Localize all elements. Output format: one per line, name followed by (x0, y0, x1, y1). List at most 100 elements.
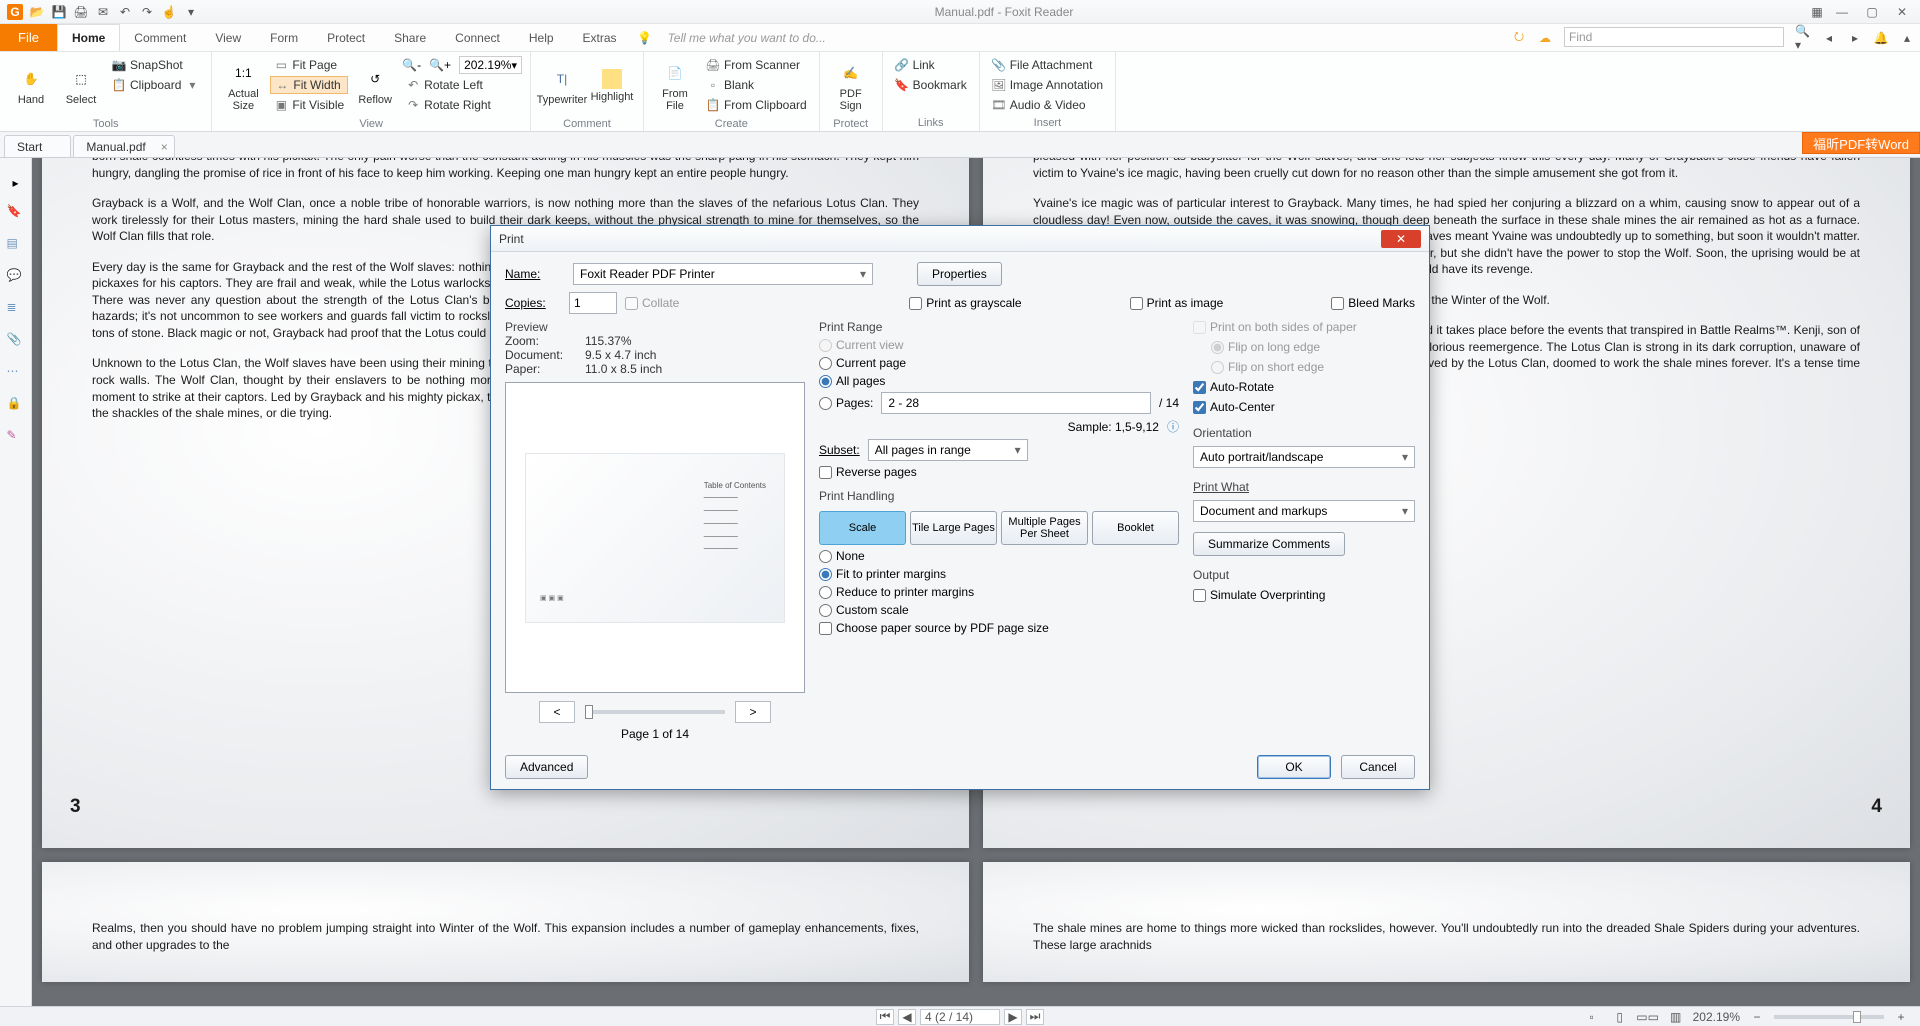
pages-radio[interactable]: Pages: (819, 396, 873, 410)
preview-slider[interactable] (585, 710, 725, 714)
rotate-right-button[interactable]: ↷Rotate Right (402, 96, 522, 114)
print-grayscale-checkbox[interactable]: Print as grayscale (909, 296, 1021, 310)
tab-connect[interactable]: Connect (441, 24, 515, 51)
next-find-icon[interactable]: ▸ (1847, 30, 1863, 46)
signatures-panel-icon[interactable]: ✎ (7, 428, 25, 446)
open-icon[interactable]: 📂 (29, 4, 45, 20)
all-pages-radio[interactable]: All pages (819, 374, 1179, 388)
preview-prev-button[interactable]: < (539, 701, 575, 723)
first-page-button[interactable]: ⏮ (876, 1009, 894, 1025)
info-icon[interactable]: ⓘ (1167, 418, 1179, 435)
view-continuous-icon[interactable]: ▯ (1612, 1009, 1628, 1025)
qat-dropdown-icon[interactable]: ▾ (183, 4, 199, 20)
ribbon-layout-icon[interactable]: ▦ (1809, 4, 1825, 20)
current-page-radio[interactable]: Current page (819, 356, 1179, 370)
hand-tool[interactable]: ✋Hand (8, 56, 54, 116)
cancel-button[interactable]: Cancel (1341, 755, 1415, 779)
print-as-image-checkbox[interactable]: Print as image (1130, 296, 1224, 310)
ok-button[interactable]: OK (1257, 755, 1331, 779)
pages-range-input[interactable] (881, 392, 1151, 414)
tab-share[interactable]: Share (380, 24, 441, 51)
view-continuous-facing-icon[interactable]: ▥ (1668, 1009, 1684, 1025)
scale-reduce-radio[interactable]: Reduce to printer margins (819, 585, 1179, 599)
scale-none-radio[interactable]: None (819, 549, 1179, 563)
actual-size-button[interactable]: 1:1Actual Size (220, 56, 266, 116)
scale-fit-radio[interactable]: Fit to printer margins (819, 567, 1179, 581)
next-page-button[interactable]: ▶ (1004, 1009, 1022, 1025)
pages-panel-icon[interactable]: ▤ (7, 236, 25, 254)
dialog-titlebar[interactable]: Print ✕ (491, 226, 1429, 252)
attachments-panel-icon[interactable]: 📎 (7, 332, 25, 350)
layers-panel-icon[interactable]: ≣ (7, 300, 25, 318)
unknown-panel-icon[interactable]: ⋯ (7, 364, 25, 382)
fit-visible-button[interactable]: ▣Fit Visible (270, 96, 348, 114)
reverse-pages-checkbox[interactable]: Reverse pages (819, 465, 1179, 479)
minimize-button[interactable]: — (1828, 2, 1856, 22)
tab-view[interactable]: View (201, 24, 256, 51)
view-facing-icon[interactable]: ▭▭ (1640, 1009, 1656, 1025)
zoom-combo[interactable]: 202.19% ▾ (459, 56, 522, 74)
highlight-button[interactable]: Highlight (589, 56, 635, 116)
zoom-out-status-icon[interactable]: − (1749, 1009, 1765, 1025)
properties-button[interactable]: Properties (917, 262, 1002, 286)
prev-page-button[interactable]: ◀ (898, 1009, 916, 1025)
copies-input[interactable]: 1 (569, 292, 617, 314)
zoom-out-icon[interactable]: 🔍- (402, 58, 421, 72)
sidebar-expand-icon[interactable]: ▸ (12, 176, 18, 190)
audio-video-button[interactable]: 🎞Audio & Video (988, 96, 1107, 114)
prev-find-icon[interactable]: ◂ (1821, 30, 1837, 46)
tell-me-input[interactable]: Tell me what you want to do... (658, 24, 836, 51)
tab-protect[interactable]: Protect (313, 24, 380, 51)
email-icon[interactable]: ✉ (95, 4, 111, 20)
sync-icon[interactable]: ⭮ (1511, 30, 1527, 46)
zoom-slider[interactable] (1774, 1015, 1884, 1019)
reflow-button[interactable]: ↺Reflow (352, 56, 398, 116)
notify-icon[interactable]: 🔔 (1873, 30, 1889, 46)
fit-page-button[interactable]: ▭Fit Page (270, 56, 348, 74)
booklet-tab[interactable]: Booklet (1092, 511, 1179, 545)
auto-center-checkbox[interactable]: Auto-Center (1193, 400, 1415, 414)
file-attachment-button[interactable]: 📎File Attachment (988, 56, 1107, 74)
view-single-icon[interactable]: ▫ (1584, 1009, 1600, 1025)
scale-custom-radio[interactable]: Custom scale (819, 603, 1179, 617)
tab-home[interactable]: Home (57, 24, 120, 51)
tab-file[interactable]: File (0, 24, 57, 51)
tab-form[interactable]: Form (256, 24, 313, 51)
pdf-sign-button[interactable]: ✍PDF Sign (828, 56, 874, 116)
print-icon[interactable]: 🖨 (73, 4, 89, 20)
simulate-overprinting-checkbox[interactable]: Simulate Overprinting (1193, 588, 1415, 602)
image-annotation-button[interactable]: 🖼Image Annotation (988, 76, 1107, 94)
tab-help[interactable]: Help (515, 24, 569, 51)
blank-button[interactable]: ▫Blank (702, 76, 811, 94)
zoom-in-status-icon[interactable]: + (1893, 1009, 1909, 1025)
maximize-button[interactable]: ▢ (1858, 2, 1886, 22)
multiple-tab[interactable]: Multiple Pages Per Sheet (1001, 511, 1088, 545)
link-button[interactable]: 🔗Link (891, 56, 971, 74)
orientation-select[interactable]: Auto portrait/landscape▾ (1193, 446, 1415, 468)
doctab-manual[interactable]: Manual.pdf× (73, 135, 174, 157)
clipboard-button[interactable]: 📋Clipboard▾ (108, 76, 203, 94)
dialog-close-button[interactable]: ✕ (1381, 230, 1421, 248)
advanced-button[interactable]: Advanced (505, 755, 588, 779)
auto-rotate-checkbox[interactable]: Auto-Rotate (1193, 380, 1415, 394)
close-tab-icon[interactable]: × (161, 140, 168, 154)
bleed-marks-checkbox[interactable]: Bleed Marks (1331, 296, 1415, 310)
typewriter-button[interactable]: T|Typewriter (539, 56, 585, 116)
comments-panel-icon[interactable]: 💬 (7, 268, 25, 286)
scale-tab[interactable]: Scale (819, 511, 906, 545)
pdf-to-word-badge[interactable]: 福昕PDF转Word (1802, 132, 1920, 154)
tile-tab[interactable]: Tile Large Pages (910, 511, 997, 545)
search-options-icon[interactable]: 🔍▾ (1795, 30, 1811, 46)
cloud-icon[interactable]: ☁ (1537, 30, 1553, 46)
printer-select[interactable]: Foxit Reader PDF Printer▾ (573, 263, 873, 285)
tab-comment[interactable]: Comment (120, 24, 201, 51)
security-panel-icon[interactable]: 🔒 (7, 396, 25, 414)
collapse-ribbon-icon[interactable]: ▴ (1899, 30, 1915, 46)
touch-icon[interactable]: ☝ (161, 4, 177, 20)
snapshot-button[interactable]: 📷SnapShot (108, 56, 203, 74)
subset-select[interactable]: All pages in range▾ (868, 439, 1028, 461)
last-page-button[interactable]: ⏭ (1026, 1009, 1044, 1025)
page-number-input[interactable]: 4 (2 / 14) (920, 1009, 1000, 1025)
from-scanner-button[interactable]: 🖨From Scanner (702, 56, 811, 74)
tab-extras[interactable]: Extras (569, 24, 632, 51)
